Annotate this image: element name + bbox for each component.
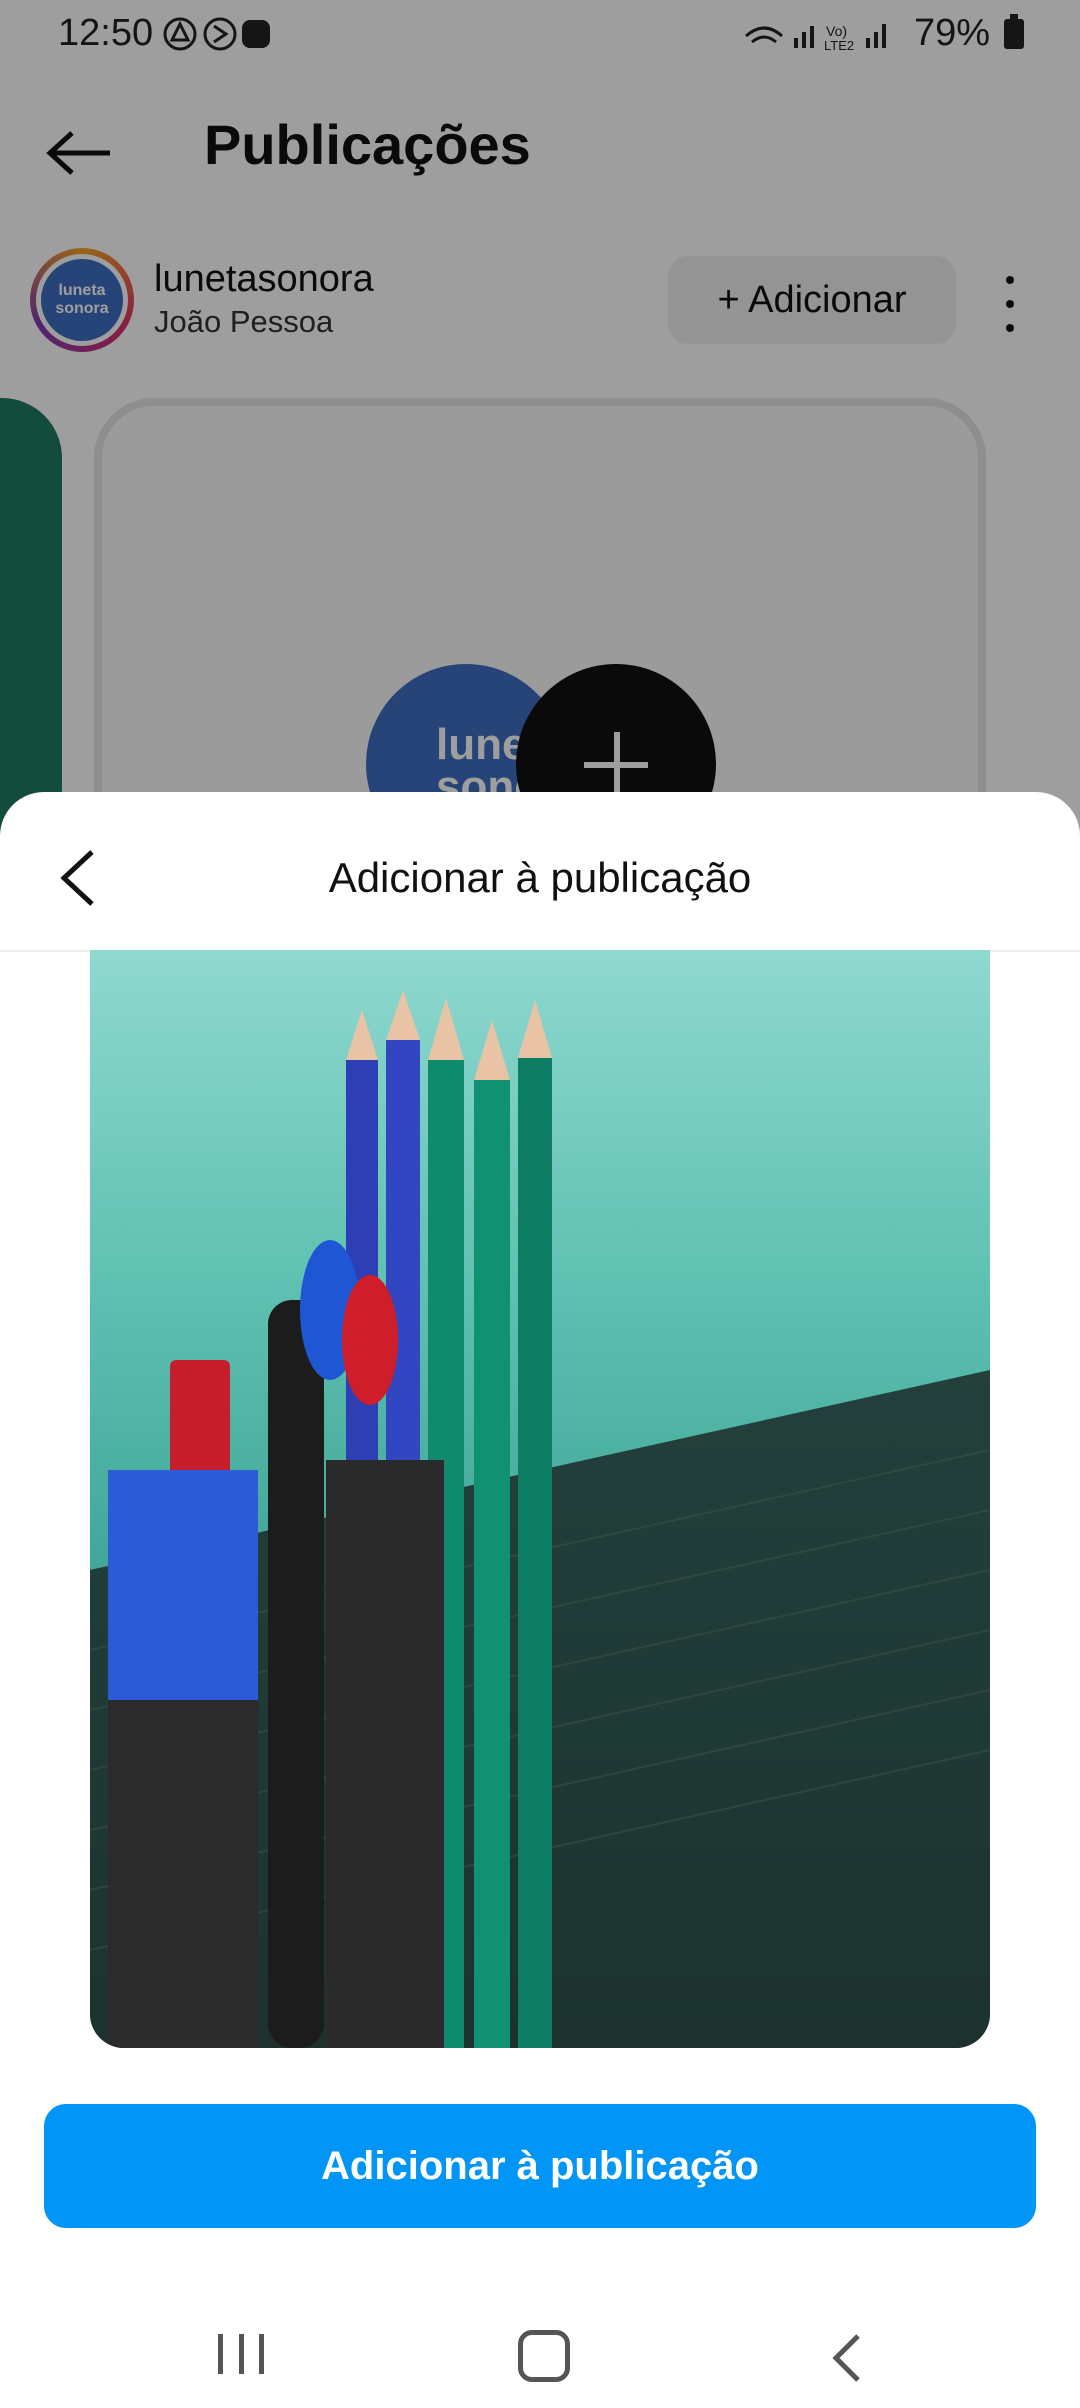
add-to-post-button-label: Adicionar à publicação	[321, 2143, 759, 2188]
system-navbar	[0, 2312, 1080, 2408]
recent-apps-icon[interactable]	[218, 2334, 264, 2374]
nav-back-icon[interactable]	[828, 2328, 868, 2388]
home-icon[interactable]	[518, 2330, 570, 2382]
selected-photo[interactable]	[90, 950, 990, 2048]
add-to-post-button[interactable]: Adicionar à publicação	[44, 2104, 1036, 2228]
sheet-title: Adicionar à publicação	[328, 854, 752, 901]
bottom-sheet: Adicionar à publicação Adicionar à publi…	[0, 792, 1080, 2408]
photo-illustration	[90, 990, 990, 2048]
sheet-header: Adicionar à publicação	[0, 792, 1080, 952]
